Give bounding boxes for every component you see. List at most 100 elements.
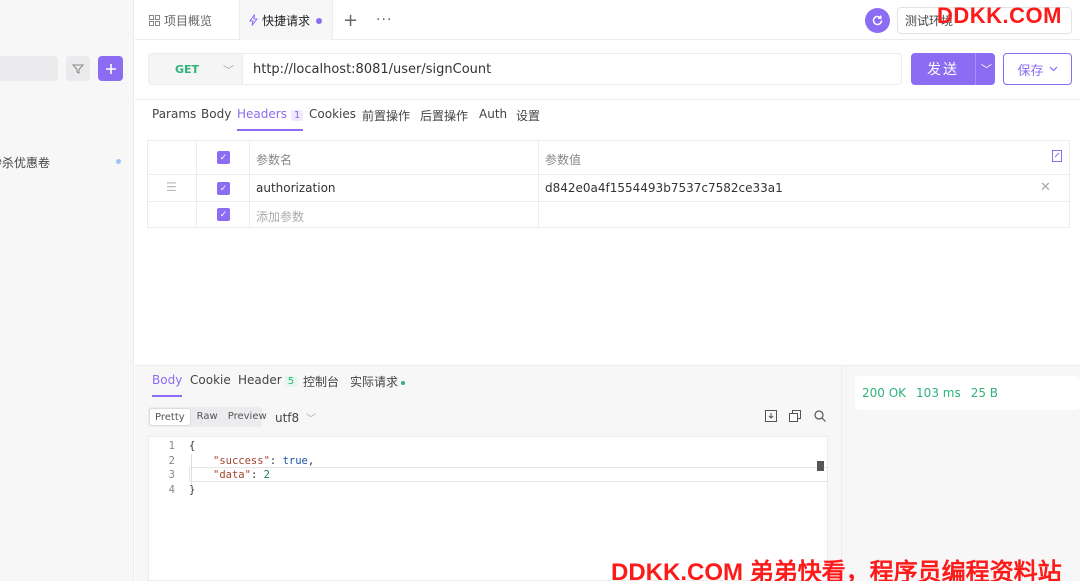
- tab-label: 设置: [516, 109, 541, 123]
- plus-icon: +: [343, 9, 359, 31]
- method-label: GET: [175, 62, 200, 76]
- method-select[interactable]: GET ﹀: [148, 53, 242, 85]
- sidebar-item-label: 秒杀优惠卷: [0, 156, 51, 170]
- watermark-top: DDKK.COM: [937, 3, 1062, 28]
- new-tab-button[interactable]: +: [343, 0, 358, 40]
- column-header-name: 参数名: [256, 153, 293, 167]
- add-param-input[interactable]: 添加参数: [256, 208, 304, 225]
- chevron-down-icon: [1049, 66, 1057, 72]
- code-line: "data": 2: [213, 469, 270, 481]
- tab-label: Headers: [237, 107, 287, 121]
- tab-response-body[interactable]: Body: [152, 373, 183, 397]
- tab-overview[interactable]: 项目概览: [149, 0, 212, 40]
- drag-handle-icon[interactable]: ☰: [166, 180, 177, 194]
- tab-label: 实际请求: [350, 375, 399, 389]
- count-badge: 1: [290, 110, 304, 121]
- tab-console[interactable]: 控制台: [303, 373, 339, 397]
- tab-post-operation[interactable]: 后置操作: [420, 107, 468, 131]
- save-button[interactable]: 保存: [1003, 53, 1072, 85]
- tab-quick-label: 快捷请求: [262, 13, 311, 28]
- tab-label: Body: [152, 373, 183, 387]
- request-tabs: Params Body Headers 1 Cookies 前置操作 后置操作 A…: [135, 99, 1080, 132]
- url-input[interactable]: http://localhost:8081/user/signCount: [242, 53, 902, 85]
- download-icon[interactable]: [765, 410, 777, 425]
- close-icon[interactable]: ✕: [1040, 180, 1051, 195]
- tab-overview-label: 项目概览: [164, 13, 213, 28]
- tab-params[interactable]: Params: [152, 107, 196, 131]
- bulk-edit-icon[interactable]: [1052, 150, 1063, 165]
- table-row: ☰ ✓ authorization d842e0a4f1554493b7537c…: [148, 175, 1069, 202]
- tab-label: Cookies: [309, 107, 356, 121]
- divider: [975, 53, 976, 85]
- response-status: 200 OK 103 ms 25 B: [855, 376, 1080, 410]
- tab-label: Cookie: [190, 373, 231, 387]
- sidebar: 秒杀优惠卷: [0, 0, 134, 581]
- response-size: 25 B: [970, 386, 999, 400]
- select-all-checkbox[interactable]: ✓: [217, 151, 230, 164]
- format-pretty[interactable]: Pretty: [149, 408, 191, 426]
- chevron-down-icon: ﹀: [306, 414, 316, 425]
- line-number: 1: [168, 440, 175, 452]
- tab-actual-request[interactable]: 实际请求: [350, 373, 406, 397]
- tab-cookies[interactable]: Cookies: [309, 107, 356, 131]
- status-dot: [116, 159, 121, 164]
- send-button[interactable]: 发送 ﹀: [911, 53, 995, 85]
- filter-icon[interactable]: [66, 56, 90, 81]
- line-number: 2: [168, 455, 175, 467]
- tab-headers[interactable]: Headers 1: [237, 107, 304, 131]
- chevron-down-icon: ﹀: [223, 64, 234, 77]
- tab-body[interactable]: Body: [201, 107, 231, 131]
- tab-label: Header: [238, 373, 282, 387]
- tab-pre-operation[interactable]: 前置操作: [362, 107, 410, 131]
- sidebar-item[interactable]: 秒杀优惠卷: [0, 154, 134, 170]
- line-number: 3: [168, 469, 175, 481]
- tab-label: Body: [201, 107, 232, 121]
- search-icon[interactable]: [814, 410, 826, 425]
- headers-table: ✓ 参数名 参数值 ☰ ✓ authorization d842e0a4f155…: [147, 140, 1070, 228]
- column-header-value: 参数值: [545, 153, 582, 167]
- count-badge: 5: [284, 376, 298, 387]
- tab-label: 后置操作: [420, 109, 469, 123]
- tab-label: 控制台: [303, 375, 340, 389]
- tab-response-cookie[interactable]: Cookie: [190, 373, 231, 397]
- row-checkbox[interactable]: ✓: [217, 182, 230, 195]
- encoding-select[interactable]: utf8 ﹀: [275, 410, 316, 425]
- code-line: }: [189, 484, 196, 496]
- save-label: 保存: [1017, 63, 1044, 79]
- format-toggle: Pretty Raw Preview: [148, 407, 267, 427]
- code-line: "success": true,: [213, 455, 315, 467]
- tab-response-header[interactable]: Header 5: [238, 373, 298, 397]
- tab-quick-request[interactable]: 快捷请求: [239, 0, 333, 40]
- status-dot: [401, 380, 406, 385]
- response-time: 103 ms: [916, 386, 961, 400]
- status-code: 200 OK: [862, 386, 907, 400]
- unsaved-dot: [316, 18, 322, 24]
- refresh-icon[interactable]: [865, 8, 890, 33]
- code-line: {: [189, 440, 196, 452]
- copy-icon[interactable]: [789, 410, 801, 425]
- add-button[interactable]: [98, 56, 123, 81]
- format-preview[interactable]: Preview: [223, 407, 272, 427]
- header-value-cell[interactable]: d842e0a4f1554493b7537c7582ce33a1: [545, 181, 783, 195]
- tab-label: Params: [152, 107, 197, 121]
- header-name-cell[interactable]: authorization: [256, 181, 336, 195]
- format-raw[interactable]: Raw: [192, 407, 223, 427]
- more-icon: ···: [376, 12, 393, 28]
- tab-label: 前置操作: [362, 109, 411, 123]
- sidebar-search-input[interactable]: [0, 56, 58, 81]
- encoding-label: utf8: [275, 411, 300, 425]
- row-checkbox[interactable]: ✓: [217, 208, 230, 221]
- indent-guide: [191, 454, 192, 484]
- line-number: 4: [168, 484, 175, 496]
- tab-label: Auth: [479, 107, 508, 121]
- tab-settings[interactable]: 设置: [516, 107, 540, 131]
- watermark-bottom: DDKK.COM 弟弟快看，程序员编程资料站: [611, 559, 1062, 581]
- more-tabs-button[interactable]: ···: [376, 0, 392, 40]
- current-line-highlight: [189, 467, 828, 482]
- tab-auth[interactable]: Auth: [479, 107, 507, 131]
- send-label: 发送: [927, 62, 959, 78]
- scrollbar-thumb[interactable]: [817, 461, 824, 471]
- chevron-down-icon[interactable]: ﹀: [981, 61, 992, 77]
- lightning-icon: [249, 14, 258, 26]
- table-row: ✓ 添加参数: [148, 202, 1069, 227]
